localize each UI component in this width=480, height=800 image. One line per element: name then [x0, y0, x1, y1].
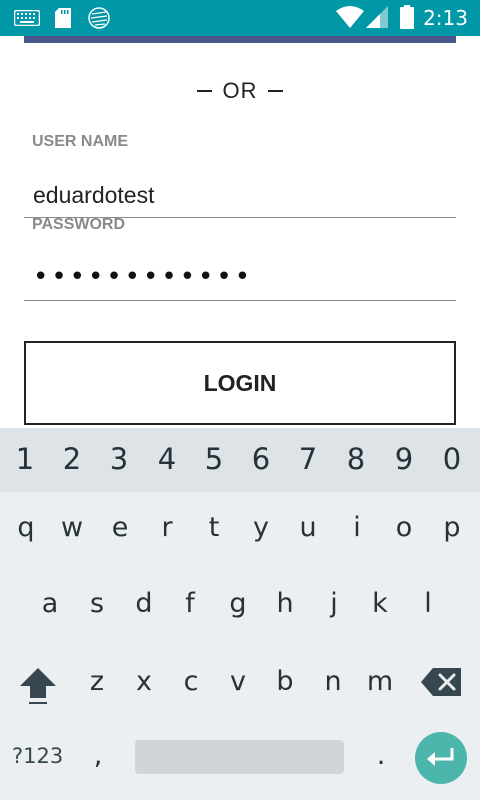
key-comma[interactable]: ,: [74, 740, 122, 771]
space-key[interactable]: [135, 740, 344, 774]
key-c[interactable]: c: [167, 666, 215, 697]
status-bar: 2:13: [0, 0, 480, 36]
key-t[interactable]: t: [190, 512, 238, 543]
key-n[interactable]: n: [309, 666, 357, 697]
status-time: 2:13: [423, 6, 468, 30]
soft-keyboard: 1 2 3 4 5 6 7 8 9 0 q w e r t y u i o p …: [0, 428, 480, 800]
password-field[interactable]: ••••••••••••: [33, 262, 253, 292]
password-label: PASSWORD: [32, 216, 126, 233]
key-z[interactable]: z: [73, 666, 121, 697]
key-d[interactable]: d: [120, 588, 168, 619]
key-y[interactable]: y: [237, 512, 285, 543]
backspace-icon[interactable]: [421, 668, 461, 701]
key-s[interactable]: s: [73, 588, 121, 619]
key-g[interactable]: g: [214, 588, 262, 619]
battery-icon: [400, 5, 414, 34]
screen: 2:13 OR USER NAME eduardotest PASSWORD •…: [0, 0, 480, 800]
key-9[interactable]: 9: [380, 442, 428, 476]
key-6[interactable]: 6: [237, 442, 285, 476]
key-u[interactable]: u: [284, 512, 332, 543]
key-k[interactable]: k: [356, 588, 404, 619]
key-1[interactable]: 1: [1, 442, 49, 476]
key-a[interactable]: a: [26, 588, 74, 619]
key-v[interactable]: v: [214, 666, 262, 697]
username-label: USER NAME: [32, 133, 129, 150]
key-3[interactable]: 3: [95, 442, 143, 476]
key-w[interactable]: w: [48, 512, 96, 543]
keyboard-icon: [13, 9, 41, 31]
cell-signal-icon: [366, 6, 388, 33]
sd-card-icon: [54, 8, 72, 33]
key-f[interactable]: f: [166, 588, 214, 619]
sync-icon: [88, 7, 110, 34]
separator-text: OR: [222, 78, 258, 103]
login-button[interactable]: LOGIN: [24, 341, 456, 425]
key-i[interactable]: i: [333, 512, 381, 543]
keyboard-number-row: 1 2 3 4 5 6 7 8 9 0: [0, 428, 480, 492]
key-o[interactable]: o: [380, 512, 428, 543]
key-2[interactable]: 2: [48, 442, 96, 476]
key-0[interactable]: 0: [428, 442, 476, 476]
key-e[interactable]: e: [96, 512, 144, 543]
top-banner: [24, 36, 456, 43]
key-r[interactable]: r: [143, 512, 191, 543]
key-4[interactable]: 4: [143, 442, 191, 476]
key-7[interactable]: 7: [284, 442, 332, 476]
key-m[interactable]: m: [356, 666, 404, 697]
key-l[interactable]: l: [404, 588, 452, 619]
username-field[interactable]: eduardotest: [33, 182, 154, 209]
key-q[interactable]: q: [2, 512, 50, 543]
key-8[interactable]: 8: [332, 442, 380, 476]
enter-icon: [426, 746, 456, 775]
key-h[interactable]: h: [261, 588, 309, 619]
key-j[interactable]: j: [310, 588, 358, 619]
key-period[interactable]: .: [357, 740, 405, 771]
key-x[interactable]: x: [120, 666, 168, 697]
separator-line-right: [268, 90, 283, 92]
password-underline: [24, 300, 456, 301]
symbols-key[interactable]: ?123: [12, 744, 63, 768]
key-p[interactable]: p: [428, 512, 476, 543]
wifi-icon: [336, 6, 364, 33]
shift-icon[interactable]: [18, 666, 58, 711]
key-b[interactable]: b: [261, 666, 309, 697]
key-5[interactable]: 5: [190, 442, 238, 476]
or-separator: OR: [0, 76, 480, 106]
enter-key[interactable]: [415, 732, 467, 784]
